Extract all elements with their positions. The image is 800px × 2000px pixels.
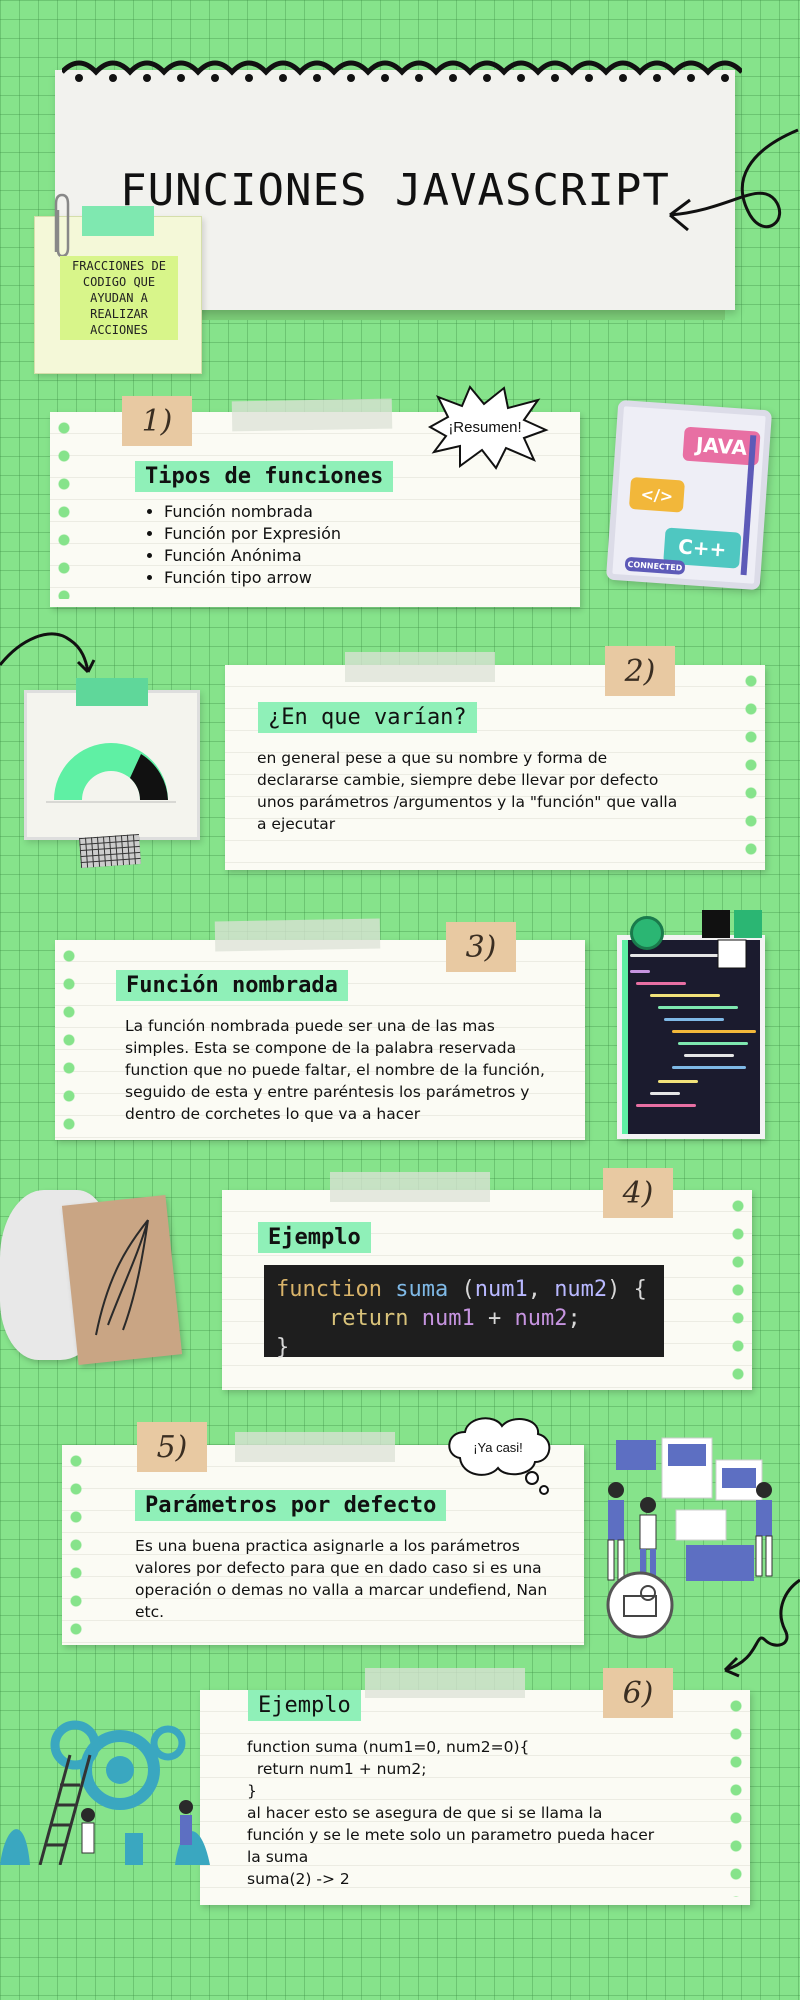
explanation-line: al hacer esto se asegura de que si se ll… [247,1804,603,1822]
paperclip-icon [54,193,70,258]
explanation-line: la suma [247,1848,309,1866]
gauge-tape [76,678,148,706]
list-item: Función por Expresión [164,523,341,545]
example-call: suma(2) -> 2 [247,1870,350,1888]
code-token: , [527,1277,555,1302]
paper-holes [68,1453,84,1637]
code-token: num1 [474,1277,528,1302]
spiral-binding [62,60,742,82]
gears-illustration [0,1720,210,1865]
section2-heading: ¿En que varían? [258,702,477,733]
tape-strip [330,1172,490,1202]
section6-heading: Ejemplo [248,1690,361,1721]
ya-casi-bubble: ¡Ya casi! [448,1417,551,1495]
section1-number: 1) [122,396,192,446]
code-token: } [276,1335,290,1360]
section5-number: 5) [137,1422,207,1472]
code-token: ; [567,1306,581,1331]
section4-number: 4) [603,1168,673,1218]
code-token: ) { [607,1277,647,1302]
section2-number: 2) [605,646,675,696]
section2-text: en general pese a que su nombre y forma … [257,749,678,833]
section5-text: Es una buena practica asignarle a los pa… [135,1537,548,1621]
section3-heading: Función nombrada [116,970,348,1001]
code-token: suma [395,1277,449,1302]
function-types-list: Función nombrada Función por Expresión F… [142,501,341,589]
section3-number: 3) [446,922,516,972]
resumen-burst: ¡Resumen! [427,385,549,470]
code-example-block: function suma (num1, num2) { return num1… [264,1265,664,1360]
code-token: num2 [514,1306,568,1331]
puzzle-icon [702,910,762,969]
github-icon [630,916,664,950]
code-token: num2 [554,1277,608,1302]
code-token: + [474,1306,515,1331]
sticky-note-text: FRACCIONES DE CODIGO QUE AYUDAN A REALIZ… [60,256,178,340]
code-token: ( [448,1277,475,1302]
connected-label: CONNECTED [624,556,686,575]
explanation-line: función y se le mete solo un parametro p… [247,1826,655,1844]
code-token: function [276,1277,382,1302]
section6-number: 6) [603,1668,673,1718]
paper-holes [61,948,77,1132]
paper-holes [728,1698,744,1897]
curly-arrow-icon [723,1578,800,1678]
grid-swatch [79,833,141,869]
tape-strip [345,652,495,682]
paper-holes [743,673,759,862]
code-token: return [328,1306,409,1331]
code-line: return num1 + num2; [247,1760,427,1778]
languages-illustration: JAVA </> C++ CONNECTED [605,399,773,591]
page-title: FUNCIONES JAVASCRIPT [120,165,670,216]
html-chip: </> [628,476,685,513]
paper-holes [730,1198,746,1382]
section4-heading: Ejemplo [258,1222,371,1253]
code-line: function suma (num1=0, num2=0){ [247,1738,530,1756]
tape-strip [231,398,393,432]
curly-arrow-icon [669,128,799,232]
tape-strip [365,1668,525,1698]
section5-heading: Parámetros por defecto [135,1490,447,1521]
section3-text: La función nombrada puede ser una de las… [125,1017,545,1123]
bubble-label: ¡Ya casi! [473,1440,523,1455]
gauge-icon [46,743,176,803]
list-item: Función Anónima [164,545,341,567]
code-token: num1 [421,1306,475,1331]
paper-holes [56,420,72,599]
code-line: } [247,1782,257,1800]
list-item: Función tipo arrow [164,567,341,589]
sticky-tape [82,206,154,236]
burst-label: ¡Resumen! [448,419,521,436]
section1-heading: Tipos de funciones [135,461,394,492]
tape-strip [235,1432,395,1462]
list-item: Función nombrada [164,501,341,523]
curved-arrow-icon [0,632,96,674]
wing-icon [95,1219,149,1336]
tape-strip [214,918,381,952]
